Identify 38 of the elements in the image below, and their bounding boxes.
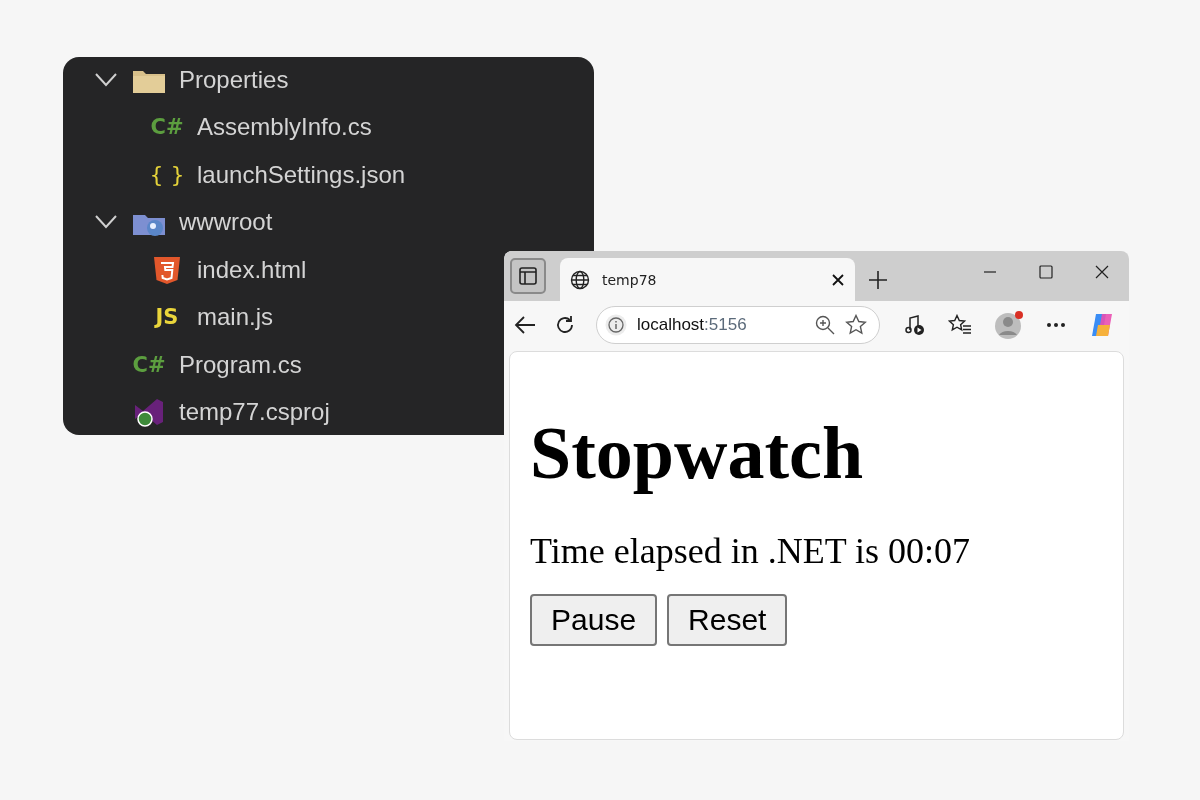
tree-item-label[interactable]: launchSettings.json (197, 160, 406, 189)
tree-item-label[interactable]: wwwroot (179, 208, 273, 237)
tab-title: temp78 (602, 271, 658, 288)
maximize-icon[interactable] (1039, 265, 1053, 279)
more-icon[interactable] (1046, 322, 1066, 328)
new-tab-icon[interactable] (869, 271, 887, 289)
csharp-icon: C# (131, 349, 167, 380)
csharp-icon: C# (149, 112, 185, 143)
tree-item-label[interactable]: Program.cs (179, 350, 302, 379)
elapsed-time-text: Time elapsed in .NET is 00:07 (530, 530, 970, 572)
sidebar-icon (519, 267, 537, 285)
info-icon[interactable] (605, 314, 627, 336)
close-icon[interactable] (831, 272, 845, 287)
profile-avatar-icon[interactable] (994, 310, 1024, 340)
braces-icon: { } (149, 159, 185, 190)
reset-button[interactable]: Reset (667, 594, 788, 646)
zoom-icon[interactable] (815, 315, 835, 335)
close-window-icon[interactable] (1095, 265, 1109, 279)
chevron-icon[interactable] (95, 72, 117, 87)
tree-item-label[interactable]: temp77.csproj (179, 398, 330, 427)
sidebar-toggle-button[interactable] (510, 258, 546, 294)
tree-item-label[interactable]: main.js (197, 303, 274, 332)
js-icon: JS (149, 302, 185, 333)
back-icon[interactable] (514, 315, 536, 335)
page-heading: Stopwatch (530, 411, 864, 496)
favorites-icon[interactable] (948, 314, 972, 336)
globe-icon (570, 269, 590, 290)
url-text: localhost:5156 (637, 315, 748, 335)
chevron-icon[interactable] (95, 215, 117, 230)
address-bar[interactable]: localhost:5156 (596, 306, 880, 344)
star-icon[interactable] (845, 314, 867, 336)
music-icon[interactable] (904, 314, 926, 336)
tree-item-label[interactable]: Properties (179, 65, 289, 94)
pause-button[interactable]: Pause (530, 594, 658, 646)
refresh-icon[interactable] (554, 314, 576, 336)
tree-item-label[interactable]: index.html (197, 255, 307, 284)
browser-tab[interactable]: temp78 (560, 258, 855, 301)
tree-item-label[interactable]: AssemblyInfo.cs (197, 113, 372, 142)
